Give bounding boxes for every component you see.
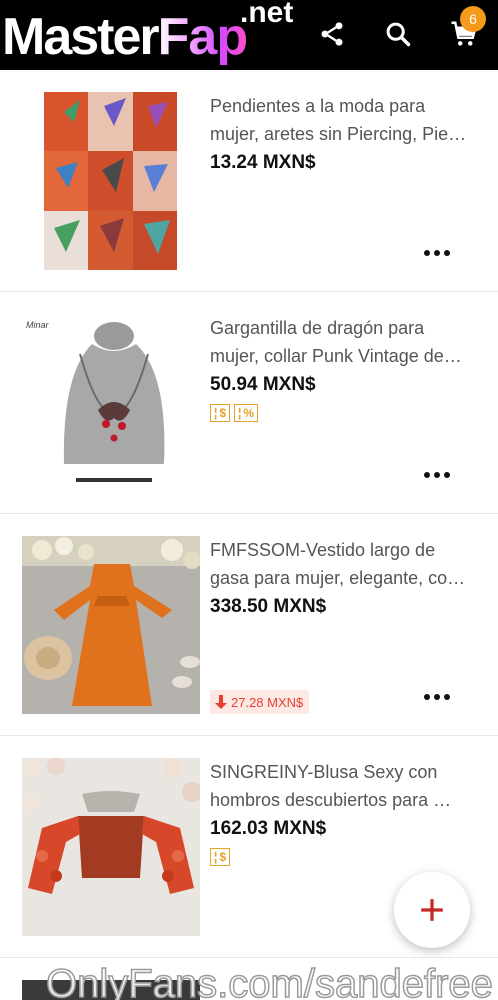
list-item[interactable]: Minar Gargantilla de dragón para mujer, … — [0, 292, 498, 514]
promo-tags: ¦ $ ¦% — [210, 404, 259, 422]
product-image-necklace[interactable]: Minar — [22, 314, 200, 492]
product-price: 50.94 MXN$ — [210, 374, 316, 395]
more-options-icon[interactable] — [424, 470, 450, 480]
add-button[interactable] — [394, 872, 470, 948]
arrow-down-icon — [215, 695, 227, 709]
product-title[interactable]: Pendientes a la moda para mujer, aretes … — [210, 92, 476, 148]
product-price: 13.24 MXN$ — [210, 152, 316, 173]
product-title[interactable]: SINGREINY-Blusa Sexy con hombros descubi… — [210, 758, 476, 814]
brand-mark: Minar — [26, 320, 50, 330]
product-title[interactable]: Gargantilla de dragón para mujer, collar… — [210, 314, 476, 370]
product-price: 338.50 MXN$ — [210, 596, 327, 617]
share-icon[interactable] — [312, 14, 352, 54]
coupon-tag: ¦ $ — [210, 848, 231, 866]
promo-tags: ¦ $ — [210, 848, 231, 866]
price-drop-badge: 27.28 MXN$ — [210, 690, 310, 714]
top-app-bar: MasterFap .net 6 — [0, 0, 498, 70]
list-item[interactable]: FMFSSOM-Vestido largo de gasa para mujer… — [0, 514, 498, 736]
discount-tag: ¦% — [234, 404, 259, 422]
site-logo[interactable]: MasterFap .net — [2, 0, 293, 68]
logo-suffix-text: .net — [240, 0, 294, 29]
product-image-blouse[interactable] — [22, 758, 200, 936]
list-item[interactable]: Pendientes a la moda para mujer, aretes … — [0, 70, 498, 292]
cart-count-badge: 6 — [460, 6, 486, 32]
search-icon[interactable] — [378, 14, 418, 54]
product-image-earrings[interactable] — [44, 92, 177, 270]
coupon-tag: ¦ $ — [210, 404, 231, 422]
plus-icon — [421, 899, 443, 921]
product-title[interactable]: FMFSSOM-Vestido largo de gasa para mujer… — [210, 536, 476, 592]
product-image-dress[interactable] — [22, 536, 200, 714]
more-options-icon[interactable] — [424, 692, 450, 702]
logo-accent-text: Fap — [157, 8, 248, 66]
more-options-icon[interactable] — [424, 248, 450, 258]
product-price: 162.03 MXN$ — [210, 818, 327, 839]
watermark-text: OnlyFans.com/sandefree — [45, 961, 493, 1000]
logo-main-text: Master — [2, 8, 160, 66]
